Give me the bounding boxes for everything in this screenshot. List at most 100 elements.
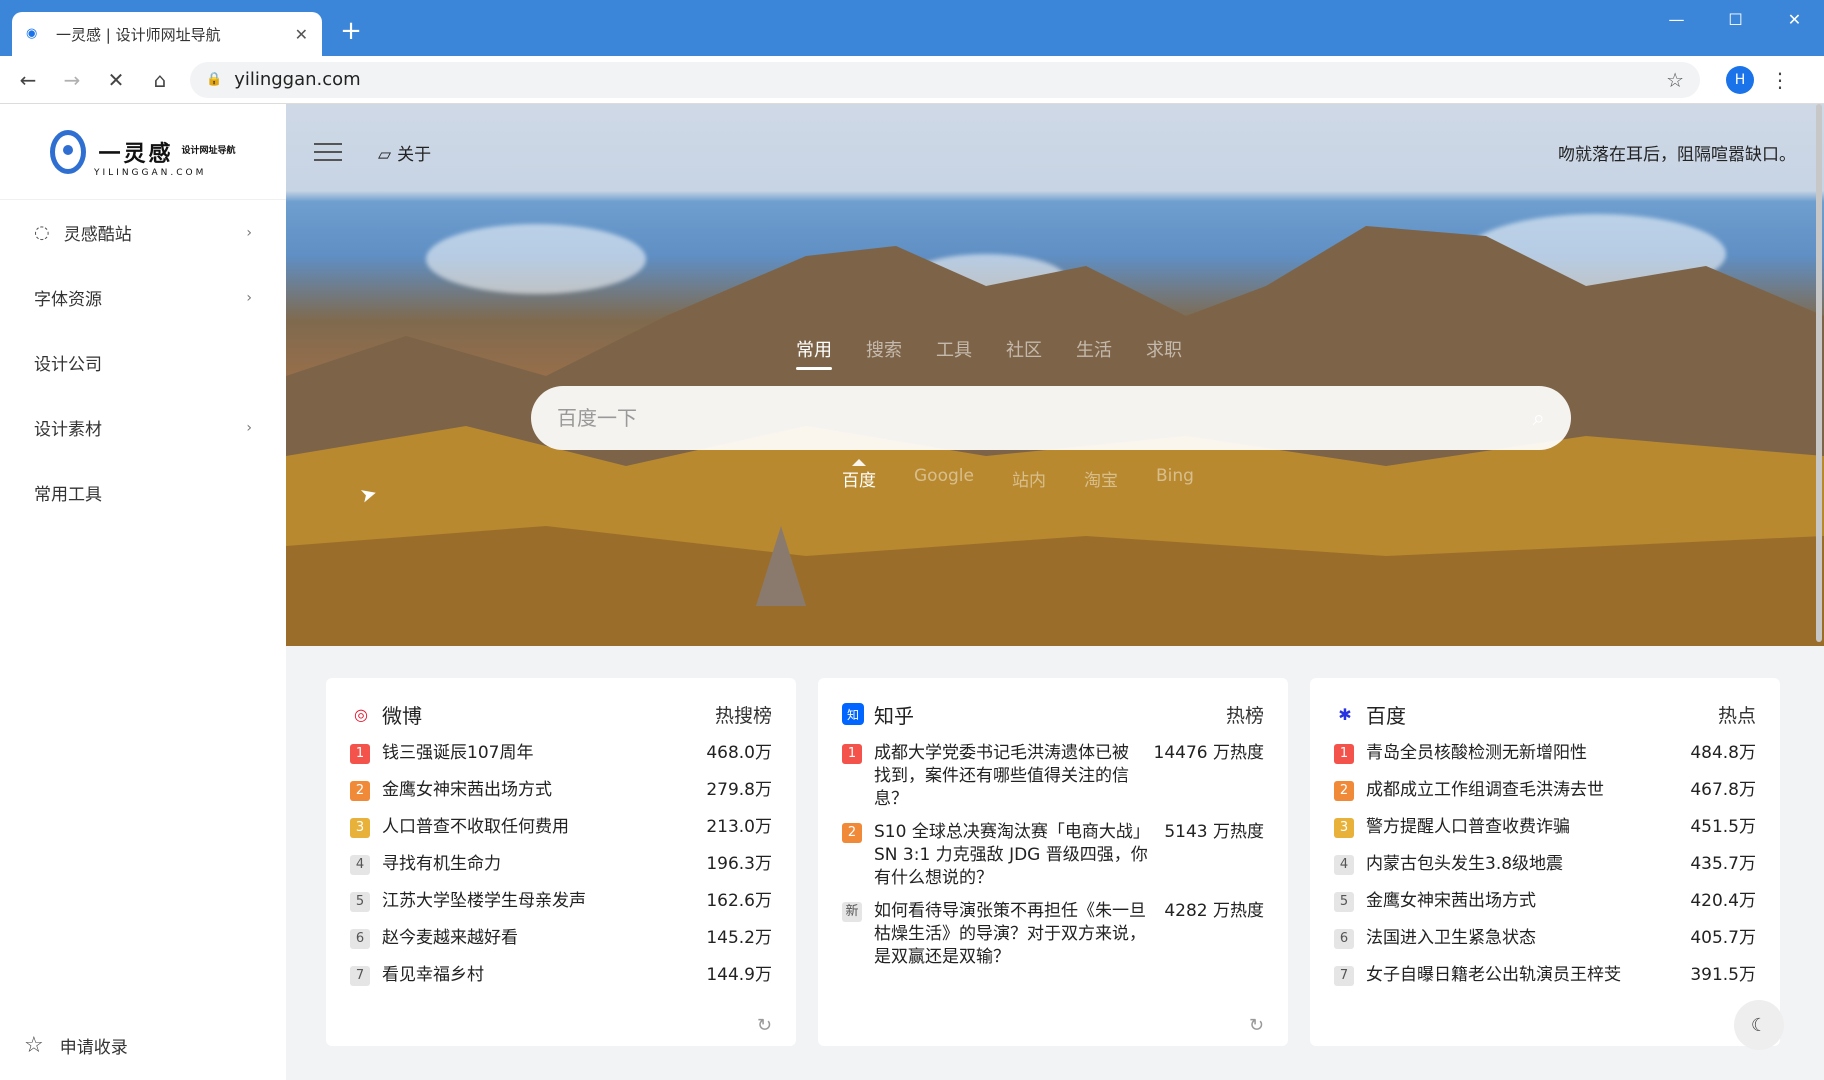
engine-site[interactable]: 站内 [1012,466,1046,491]
engine-bing[interactable]: Bing [1156,466,1194,491]
engine-google[interactable]: Google [914,466,974,491]
list-item[interactable]: 1 钱三强诞辰107周年 468.0万 [350,742,772,765]
list-item[interactable]: 5 金鹰女神宋茜出场方式 420.4万 [1334,890,1756,913]
bookmark-star-icon[interactable]: ☆ [1666,68,1684,92]
list-item[interactable]: 2 成都成立工作组调查毛洪涛去世 467.8万 [1334,779,1756,802]
card-tag[interactable]: 热搜榜 [715,701,772,728]
sidebar-item-inspiration[interactable]: ◌ 灵感酷站 › [0,200,286,265]
close-window-icon[interactable]: ✕ [1765,0,1824,40]
card-tag[interactable]: 热点 [1718,701,1756,728]
apply-listing-button[interactable]: ☆ 申请收录 [24,1033,128,1058]
list-item-value: 467.8万 [1690,780,1756,800]
rank-badge: 7 [1334,966,1354,986]
search-icon[interactable]: ⌕ [1533,406,1545,431]
list-item-value: 4282 万热度 [1164,901,1264,921]
back-icon[interactable]: ← [12,64,44,96]
sidebar-item-fonts[interactable]: 字体资源 › [0,265,286,330]
rank-badge: 4 [350,855,370,875]
zhihu-card: 知 知乎 热榜 1 成都大学党委书记毛洪涛遗体已被找到，案件还有哪些值得关注的信息… [818,678,1288,1046]
list-item-title: 人口普查不收取任何费用 [382,817,569,837]
menu-toggle-icon[interactable] [314,137,342,167]
list-item-value: 451.5万 [1690,817,1756,837]
header-quote: 吻就落在耳后，阻隔喧嚣缺口。 [1558,144,1796,165]
forward-icon[interactable]: → [56,64,88,96]
profile-avatar[interactable]: H [1726,65,1754,94]
tab-jobs[interactable]: 求职 [1146,336,1182,370]
card-tag[interactable]: 热榜 [1226,701,1264,728]
stop-loading-icon[interactable]: ✕ [100,64,132,96]
browser-tab[interactable]: ◉ 一灵感 | 设计师网址导航 ✕ [12,12,322,56]
address-bar[interactable]: 🔒 yilinggan.com ☆ [190,61,1700,98]
list-item[interactable]: 6 赵今麦越来越好看 145.2万 [350,927,772,950]
tab-life[interactable]: 生活 [1076,336,1112,370]
tab-common[interactable]: 常用 [796,336,832,370]
list-item[interactable]: 4 寻找有机生命力 196.3万 [350,853,772,876]
list-item[interactable]: 2 金鹰女神宋茜出场方式 279.8万 [350,779,772,802]
new-tab-button[interactable]: + [336,16,366,46]
weibo-icon: ◎ [354,704,368,724]
list-item-value: 5143 万热度 [1164,822,1264,842]
sidebar-item-design-materials[interactable]: 设计素材 › [0,395,286,460]
list-item-title: 成都成立工作组调查毛洪涛去世 [1366,780,1604,800]
list-item[interactable]: 3 人口普查不收取任何费用 213.0万 [350,816,772,839]
list-item-value: 420.4万 [1690,891,1756,911]
sidebar-item-tools[interactable]: 常用工具 [0,460,286,525]
refresh-icon[interactable]: ↻ [757,1015,772,1036]
rank-badge: 新 [842,902,862,922]
about-icon: ▱ [378,144,392,165]
search-input[interactable] [557,406,1533,430]
lightbulb-icon: ◌ [34,222,50,243]
list-item[interactable]: 2 S10 全球总决赛淘汰赛「电商大战」SN 3:1 力克强敌 JDG 晋级四强，… [842,821,1264,890]
list-item[interactable]: 6 法国进入卫生紧急状态 405.7万 [1334,927,1756,950]
minimize-icon[interactable]: — [1647,0,1706,40]
list-item[interactable]: 1 青岛全员核酸检测无新增阳性 484.8万 [1334,742,1756,765]
site-logo[interactable]: 一灵感 设计网址导航 YILINGGAN.COM [0,104,286,200]
sidebar-item-design-companies[interactable]: 设计公司 [0,330,286,395]
maximize-icon[interactable]: ☐ [1706,0,1765,40]
list-item[interactable]: 3 警方提醒人口普查收费诈骗 451.5万 [1334,816,1756,839]
search-category-tabs: 常用 搜索 工具 社区 生活 求职 [796,336,1182,370]
sidebar-item-label: 设计公司 [34,355,102,375]
engine-baidu[interactable]: 百度 [842,459,876,491]
page-scrollbar[interactable] [1816,104,1822,642]
hot-lists: ◎ 微博 热搜榜 1 钱三强诞辰107周年 468.0万 2 金鹰女神宋茜出场方式 27… [326,678,1780,1046]
lock-icon: 🔒 [206,72,223,87]
hero-banner: ▱关于 吻就落在耳后，阻隔喧嚣缺口。 常用 搜索 工具 社区 生活 求职 ⌕ 百… [286,104,1824,646]
browser-menu-icon[interactable]: ⋮ [1770,68,1790,92]
refresh-icon[interactable]: ↻ [1249,1015,1264,1036]
tab-tools[interactable]: 工具 [936,336,972,370]
dark-mode-toggle-icon[interactable]: ☾ [1734,1000,1784,1050]
baidu-card: ✱ 百度 热点 1 青岛全员核酸检测无新增阳性 484.8万 2 成都成立工作组调查毛… [1310,678,1780,1046]
list-item[interactable]: 1 成都大学党委书记毛洪涛遗体已被找到，案件还有哪些值得关注的信息？ 14476 万… [842,742,1264,811]
url-text[interactable]: yilinggan.com [234,69,1666,90]
list-item[interactable]: 5 江苏大学坠楼学生母亲发声 162.6万 [350,890,772,913]
tab-close-icon[interactable]: ✕ [295,25,308,44]
search-box: ⌕ [531,386,1571,450]
list-item-value: 484.8万 [1690,743,1756,763]
list-item-title: 如何看待导演张策不再担任《朱一旦枯燥生活》的导演？对于双方来说，是双赢还是双输？ [874,901,1146,967]
sidebar-item-label: 灵感酷站 [63,225,132,245]
search-engines: 百度 Google 站内 淘宝 Bing [842,459,1194,491]
list-item-title: 成都大学党委书记毛洪涛遗体已被找到，案件还有哪些值得关注的信息？ [874,743,1129,809]
list-item[interactable]: 7 看见幸福乡村 144.9万 [350,964,772,987]
weibo-card: ◎ 微博 热搜榜 1 钱三强诞辰107周年 468.0万 2 金鹰女神宋茜出场方式 27… [326,678,796,1046]
main-content: ▱关于 吻就落在耳后，阻隔喧嚣缺口。 常用 搜索 工具 社区 生活 求职 ⌕ 百… [286,104,1824,1080]
list-item-value: 435.7万 [1690,854,1756,874]
rank-badge: 2 [1334,781,1354,801]
star-outline-icon: ☆ [24,1033,44,1058]
tab-community[interactable]: 社区 [1006,336,1042,370]
list-item-title: 赵今麦越来越好看 [382,928,518,948]
window-controls: — ☐ ✕ [1647,0,1824,40]
list-item[interactable]: 7 女子自曝日籍老公出轨演员王梓芠 391.5万 [1334,964,1756,987]
home-icon[interactable]: ⌂ [144,64,176,96]
list-item[interactable]: 新如何看待导演张策不再担任《朱一旦枯燥生活》的导演？对于双方来说，是双赢还是双输… [842,900,1264,969]
logo-mark-icon [50,129,87,174]
list-item[interactable]: 4 内蒙古包头发生3.8级地震 435.7万 [1334,853,1756,876]
zhihu-icon: 知 [842,703,864,725]
engine-taobao[interactable]: 淘宝 [1084,466,1118,491]
about-link[interactable]: ▱ 关于 [378,140,431,165]
sidebar-item-label: 常用工具 [34,485,102,505]
tab-search[interactable]: 搜索 [866,336,902,370]
rank-badge: 2 [842,823,862,843]
list-item-value: 213.0万 [706,817,772,837]
